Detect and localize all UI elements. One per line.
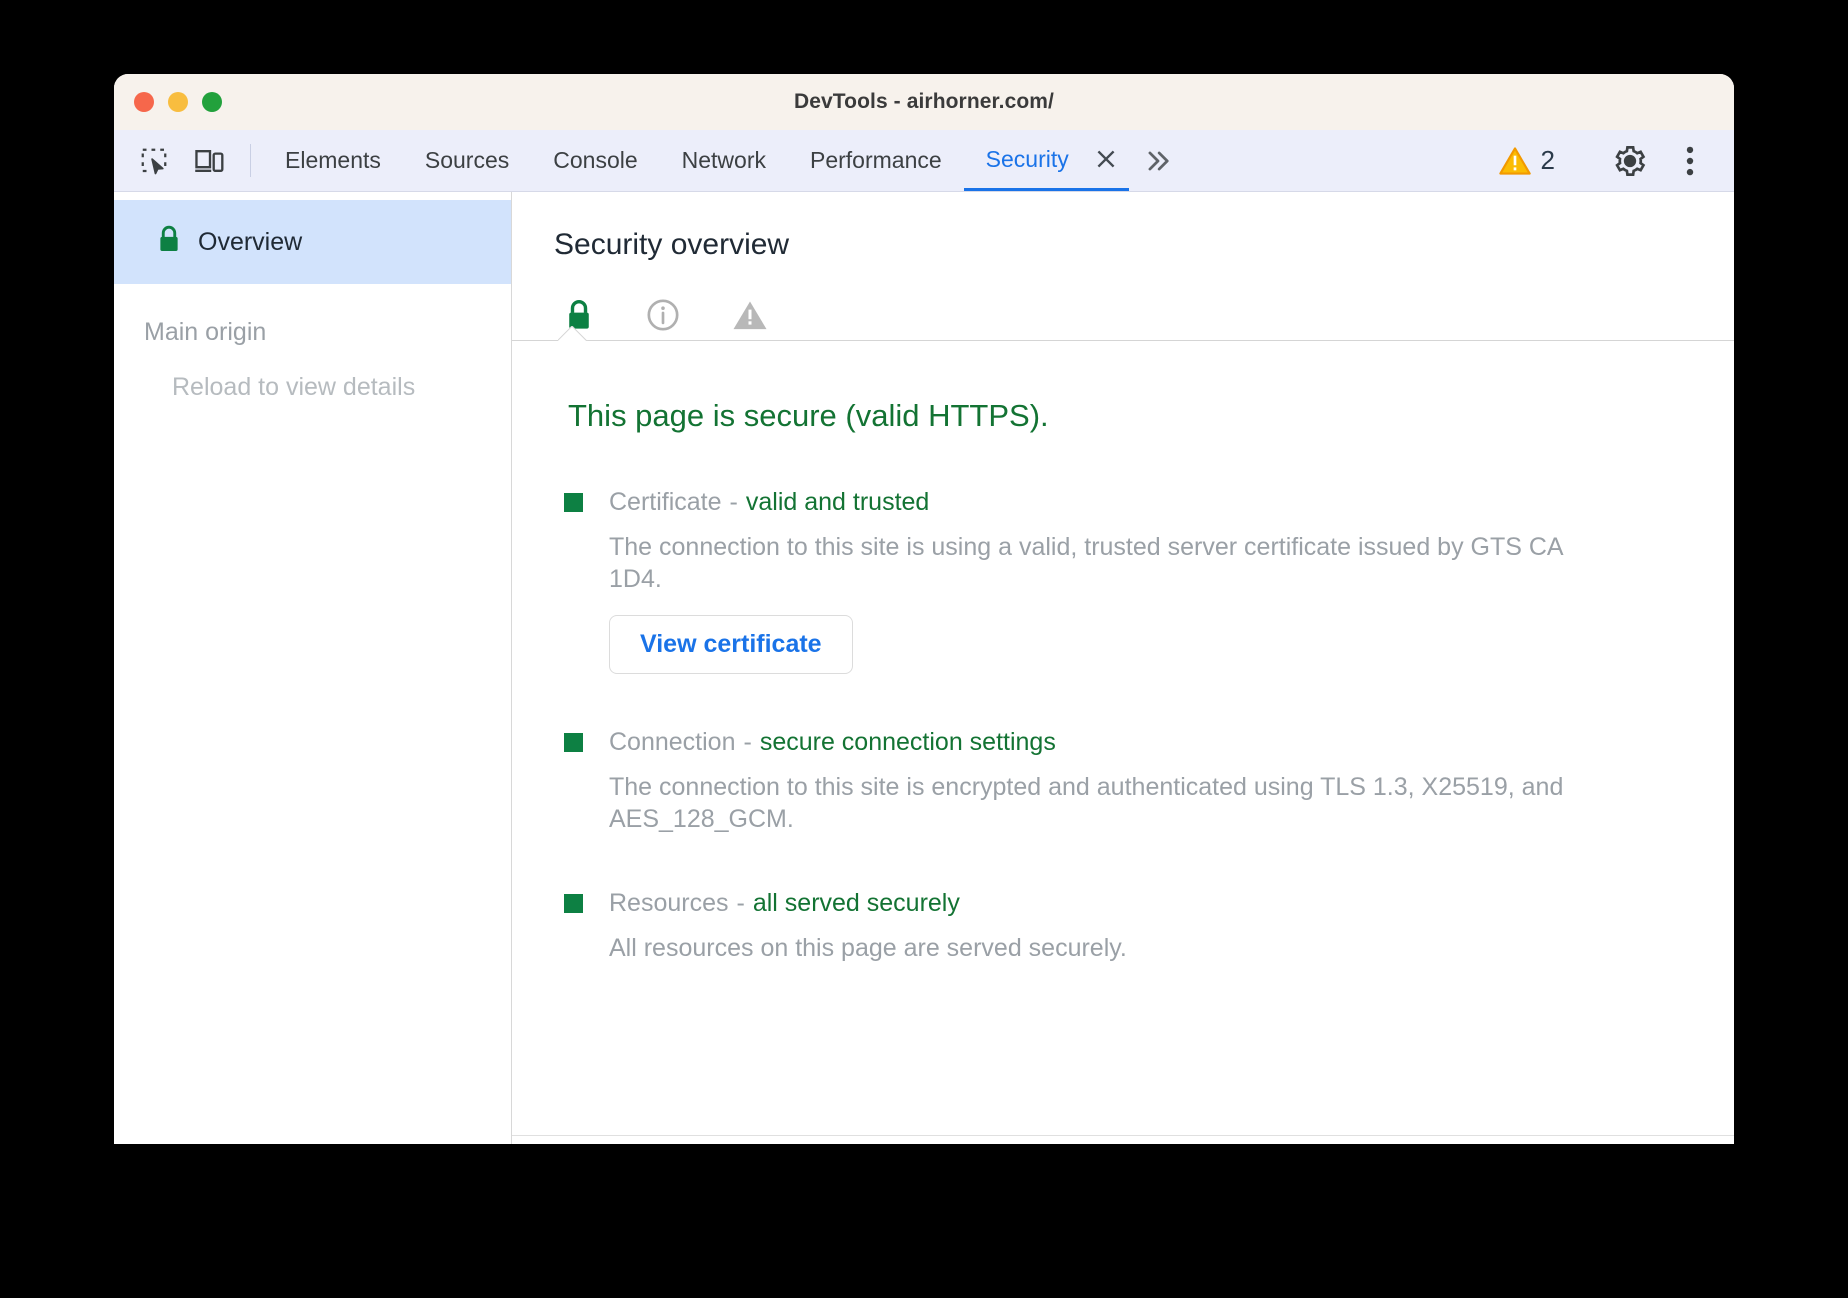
status-square-icon xyxy=(564,894,583,913)
toolbar-left-icons xyxy=(114,130,263,191)
tab-network[interactable]: Network xyxy=(660,130,788,191)
tab-console[interactable]: Console xyxy=(531,130,659,191)
section-description: The connection to this site is encrypted… xyxy=(564,757,1564,835)
devtools-toolbar: Elements Sources Console Network Perform… xyxy=(114,130,1734,192)
sidebar-reload-hint: Reload to view details xyxy=(114,347,511,402)
security-section-resources: Resources - all served securely All reso… xyxy=(512,835,1734,964)
close-window-button[interactable] xyxy=(134,92,154,112)
selected-summary-caret-icon xyxy=(558,326,588,341)
gear-icon[interactable] xyxy=(1602,144,1658,178)
window-title: DevTools - airhorner.com/ xyxy=(114,90,1734,114)
page-title: Security overview xyxy=(512,192,1734,262)
security-sidebar: Overview Main origin Reload to view deta… xyxy=(114,192,512,1144)
toolbar-right-icons: 2 xyxy=(1485,130,1734,191)
section-header: Certificate - valid and trusted xyxy=(564,434,1734,517)
tab-sources[interactable]: Sources xyxy=(403,130,531,191)
section-separator: - xyxy=(730,488,738,517)
tab-performance[interactable]: Performance xyxy=(788,130,964,191)
traffic-lights xyxy=(134,92,222,112)
security-summary-icons xyxy=(512,262,1734,340)
devtools-body: Overview Main origin Reload to view deta… xyxy=(114,192,1734,1144)
security-headline: This page is secure (valid HTTPS). xyxy=(512,342,1734,434)
summary-divider xyxy=(512,340,1734,342)
window-title-bar: DevTools - airhorner.com/ xyxy=(114,74,1734,130)
section-header: Resources - all served securely xyxy=(564,835,1734,918)
security-overview-panel: Security overview xyxy=(512,192,1734,1144)
info-icon[interactable] xyxy=(646,298,680,332)
section-name: Certificate xyxy=(609,488,722,517)
tab-sources-label: Sources xyxy=(425,147,509,174)
tab-security[interactable]: Security xyxy=(964,130,1079,191)
section-name: Connection xyxy=(609,728,735,757)
security-section-certificate: Certificate - valid and trusted The conn… xyxy=(512,434,1734,674)
status-square-icon xyxy=(564,493,583,512)
warning-badge[interactable]: 2 xyxy=(1485,145,1569,176)
sidebar-item-overview[interactable]: Overview xyxy=(114,200,511,284)
section-status: secure connection settings xyxy=(760,728,1056,757)
tab-elements[interactable]: Elements xyxy=(263,130,403,191)
close-tab-icon[interactable] xyxy=(1079,130,1129,191)
view-certificate-button[interactable]: View certificate xyxy=(609,615,853,674)
tab-security-label: Security xyxy=(986,146,1069,173)
panel-bottom-divider xyxy=(512,1135,1734,1136)
tab-performance-label: Performance xyxy=(810,147,942,174)
warning-triangle-icon xyxy=(1499,146,1531,176)
more-tabs-chevron-icon[interactable] xyxy=(1129,130,1187,191)
warning-triangle-icon[interactable] xyxy=(732,298,768,332)
tab-elements-label: Elements xyxy=(285,147,381,174)
minimize-window-button[interactable] xyxy=(168,92,188,112)
devtools-tabs: Elements Sources Console Network Perform… xyxy=(263,130,1485,191)
section-description: All resources on this page are served se… xyxy=(564,918,1564,964)
section-status: valid and trusted xyxy=(746,488,929,517)
devtools-window: DevTools - airhorner.com/ Elemen xyxy=(114,74,1734,1144)
section-separator: - xyxy=(737,889,745,918)
section-header: Connection - secure connection settings xyxy=(564,674,1734,757)
tab-console-label: Console xyxy=(553,147,637,174)
sidebar-item-overview-label: Overview xyxy=(198,228,302,257)
status-square-icon xyxy=(564,733,583,752)
section-separator: - xyxy=(743,728,751,757)
section-name: Resources xyxy=(609,889,729,918)
warning-count: 2 xyxy=(1541,145,1555,176)
security-section-connection: Connection - secure connection settings … xyxy=(512,674,1734,835)
device-toolbar-icon[interactable] xyxy=(182,130,238,191)
inspect-element-icon[interactable] xyxy=(126,130,182,191)
maximize-window-button[interactable] xyxy=(202,92,222,112)
lock-icon xyxy=(156,224,182,261)
more-options-icon[interactable] xyxy=(1662,145,1718,177)
section-status: all served securely xyxy=(753,889,960,918)
toolbar-separator xyxy=(250,144,251,177)
section-description: The connection to this site is using a v… xyxy=(564,517,1564,595)
sidebar-group-main-origin: Main origin xyxy=(114,284,511,347)
tab-network-label: Network xyxy=(682,147,766,174)
